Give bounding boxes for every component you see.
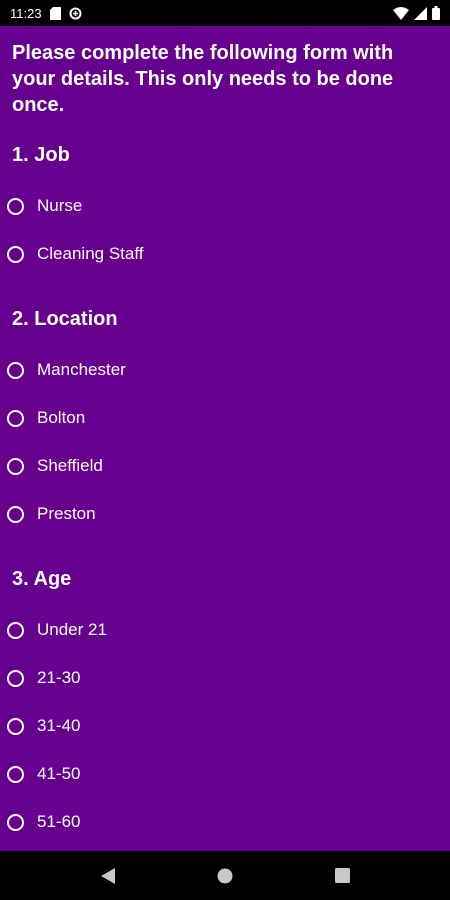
option-group: Nurse Cleaning Staff: [0, 182, 450, 278]
option-label: Sheffield: [37, 456, 103, 475]
option-label: 41-50: [37, 764, 81, 783]
form-screen: Please complete the following form with …: [0, 26, 450, 851]
radio-option[interactable]: 41-50: [0, 750, 450, 798]
radio-button[interactable]: [7, 621, 24, 639]
radio-button[interactable]: [7, 457, 24, 475]
radio-option[interactable]: 21-30: [0, 654, 450, 702]
radio-option[interactable]: 51-60: [0, 798, 450, 846]
option-label: Cleaning Staff: [37, 244, 144, 263]
question-title: 2. Location: [12, 308, 118, 330]
option-group: Manchester Bolton Sheffield Preston: [0, 346, 450, 538]
status-time: 11:23: [10, 5, 42, 21]
cellular-signal-icon: [414, 6, 427, 20]
question-job: 1. Job Nurse Cleaning Staff: [0, 142, 450, 278]
radio-button[interactable]: [7, 717, 24, 735]
status-bar: 11:23: [0, 0, 450, 26]
option-label: 31-40: [37, 716, 81, 735]
option-label: Under 21: [37, 620, 107, 639]
question-title: 1. Job: [12, 144, 70, 166]
radio-button[interactable]: [7, 765, 24, 783]
radio-button[interactable]: [7, 813, 24, 831]
option-label: Nurse: [37, 196, 83, 215]
radio-button[interactable]: [7, 505, 24, 523]
radio-option[interactable]: Nurse: [0, 182, 450, 230]
back-icon[interactable]: [100, 867, 115, 884]
radio-button[interactable]: [7, 197, 24, 215]
radio-button[interactable]: [7, 669, 24, 687]
sd-card-icon: [49, 6, 61, 20]
radio-button[interactable]: [7, 361, 24, 379]
data-saver-icon: [69, 7, 82, 20]
question-location: 2. Location Manchester Bolton Sheffield …: [0, 306, 450, 538]
recents-icon[interactable]: [334, 868, 350, 883]
home-icon[interactable]: [217, 868, 233, 884]
question-title: 3. Age: [12, 568, 72, 590]
question-age: 3. Age Under 21 21-30 31-40 41-50 51-60: [0, 566, 450, 846]
battery-icon: [432, 6, 440, 20]
radio-option[interactable]: Preston: [0, 490, 450, 538]
option-label: Manchester: [37, 360, 126, 379]
radio-option[interactable]: Sheffield: [0, 442, 450, 490]
radio-option[interactable]: Under 21: [0, 606, 450, 654]
option-label: Preston: [37, 504, 96, 523]
radio-button[interactable]: [7, 245, 24, 263]
radio-option[interactable]: Bolton: [0, 394, 450, 442]
navigation-bar: [0, 851, 450, 900]
radio-option[interactable]: Manchester: [0, 346, 450, 394]
wifi-icon: [393, 6, 409, 20]
option-label: 21-30: [37, 668, 81, 687]
radio-button[interactable]: [7, 409, 24, 427]
option-label: 51-60: [37, 812, 81, 831]
option-group: Under 21 21-30 31-40 41-50 51-60: [0, 606, 450, 846]
form-intro: Please complete the following form with …: [12, 42, 394, 116]
option-label: Bolton: [37, 408, 86, 427]
radio-option[interactable]: 31-40: [0, 702, 450, 750]
radio-option[interactable]: Cleaning Staff: [0, 230, 450, 278]
